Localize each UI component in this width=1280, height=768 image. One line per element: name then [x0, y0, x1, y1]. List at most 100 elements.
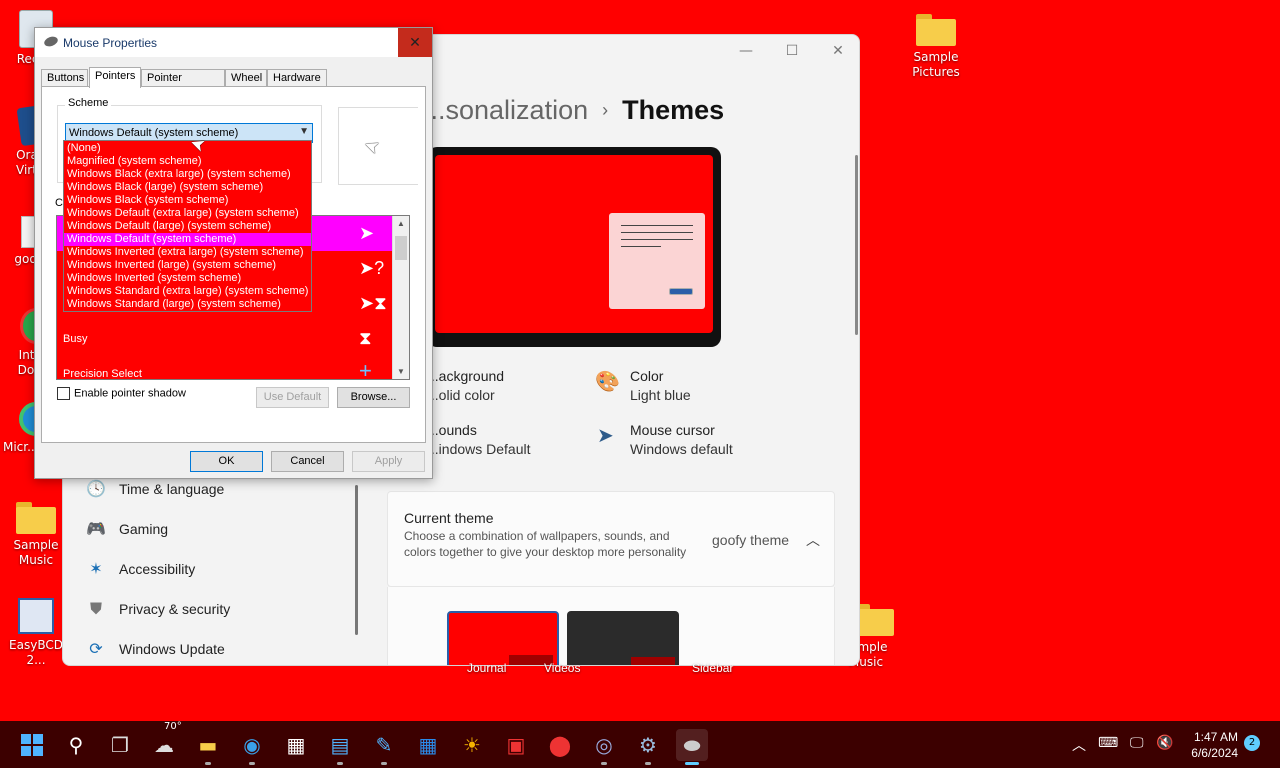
taskbar-app-calendar[interactable]: ▦	[412, 729, 444, 761]
taskbar-app-maps[interactable]: ⬤	[544, 729, 576, 761]
clock[interactable]: 1:47 AM 6/6/2024	[1186, 729, 1238, 761]
taskbar-app-paint[interactable]: ✎	[368, 729, 400, 765]
maximize-icon[interactable]: ☐	[769, 43, 815, 59]
theme-prop-sounds[interactable]: ...ounds ...indows Default	[427, 421, 531, 459]
taskbar-app-weather[interactable]: ☀	[456, 729, 488, 761]
nav-item-gaming[interactable]: 🎮 Gaming	[85, 517, 168, 541]
pointer-row-precision-select[interactable]: Precision Select +	[57, 356, 395, 380]
search-icon: ⚲	[68, 733, 84, 757]
hourglass-icon: ⧗	[359, 328, 372, 348]
tab-buttons[interactable]: Buttons	[41, 69, 88, 87]
taskbar-app-file-explorer[interactable]: ▬	[192, 729, 224, 765]
theme-prop-background[interactable]: ...ackground ...olid color	[427, 367, 504, 405]
cancel-button[interactable]: Cancel	[271, 451, 344, 472]
keyboard-icon[interactable]: ⌨	[1098, 735, 1118, 751]
gamepad-icon: 🎮	[86, 521, 106, 538]
tab-pointers[interactable]: Pointers	[89, 67, 141, 88]
theme-prop-mouse-cursor[interactable]: Mouse cursor Windows default	[630, 421, 733, 459]
theme-preview	[427, 147, 721, 347]
nav-scrollbar[interactable]	[355, 485, 358, 635]
taskbar-app-store[interactable]: ▦	[280, 729, 312, 761]
current-theme-title: Current theme	[404, 510, 494, 526]
start-button[interactable]	[16, 729, 48, 761]
notepad-icon: ▤	[330, 733, 350, 757]
nav-item-time-language[interactable]: 🕓 Time & language	[85, 477, 224, 501]
crosshair-icon: +	[359, 358, 372, 380]
scheme-option[interactable]: Windows Inverted (large) (system scheme)	[64, 259, 311, 272]
preview-button	[669, 288, 693, 295]
main-scrollbar[interactable]	[855, 155, 858, 335]
minimize-icon[interactable]: —	[723, 43, 769, 59]
widgets-button[interactable]: ☁ 70°	[148, 721, 182, 761]
folder-icon: ▬	[198, 733, 218, 757]
tab-hardware[interactable]: Hardware	[267, 69, 327, 87]
scheme-option[interactable]: Windows Inverted (system scheme)	[64, 272, 311, 285]
scheme-dropdown-list[interactable]: (None) Magnified (system scheme) Windows…	[63, 140, 312, 312]
search-button[interactable]: ⚲	[60, 729, 92, 761]
checkbox-label: Enable pointer shadow	[74, 387, 186, 400]
theme-thumbnail-dark[interactable]	[567, 611, 679, 665]
scheme-option[interactable]: Windows Standard (extra large) (system s…	[64, 285, 311, 298]
scheme-option[interactable]: Windows Black (system scheme)	[64, 194, 311, 207]
browse-button[interactable]: Browse...	[337, 387, 410, 408]
folder-icon	[16, 502, 56, 534]
scheme-option-selected[interactable]: Windows Default (system scheme)	[64, 233, 311, 246]
scroll-thumb[interactable]	[395, 236, 407, 260]
clock-time: 1:47 AM	[1193, 730, 1238, 744]
close-icon[interactable]: ✕	[815, 43, 859, 59]
tab-wheel[interactable]: Wheel	[225, 69, 267, 87]
scheme-option[interactable]: Windows Standard (large) (system scheme)	[64, 298, 311, 311]
pointer-shadow-checkbox[interactable]: Enable pointer shadow	[57, 387, 186, 400]
theme-thumbnail-red[interactable]	[447, 611, 559, 665]
apply-button[interactable]: Apply	[352, 451, 425, 472]
scheme-option[interactable]: Windows Default (large) (system scheme)	[64, 220, 311, 233]
desktop-icon-label: Sample Music	[13, 538, 59, 567]
scroll-up-icon[interactable]: ▲	[393, 219, 409, 228]
clock-globe-icon: 🕓	[86, 481, 106, 498]
tab-pointer-options[interactable]: Pointer Options	[141, 69, 225, 101]
nav-item-privacy-security[interactable]: ⛊ Privacy & security	[85, 597, 230, 621]
desktop-icon-label: EasyBCD 2...	[9, 638, 63, 667]
nav-item-accessibility[interactable]: ✶ Accessibility	[85, 557, 195, 581]
taskbar-app-settings[interactable]: ⚙	[632, 729, 664, 765]
close-button[interactable]: ✕	[398, 28, 432, 57]
palette-icon: 🎨	[595, 369, 620, 393]
preview-window	[609, 213, 705, 309]
desktop-icon-sample-pictures[interactable]: Sample Pictures	[900, 14, 972, 80]
taskbar-app-notepad[interactable]: ▤	[324, 729, 356, 765]
scheme-option[interactable]: Windows Default (extra large) (system sc…	[64, 207, 311, 220]
mouse-pointer-icon: ➤	[597, 423, 614, 447]
chevron-up-icon[interactable]: ︿	[806, 530, 820, 550]
use-default-button[interactable]: Use Default	[256, 387, 329, 408]
update-icon: ⟳	[89, 641, 103, 658]
chevron-up-icon[interactable]: ︿	[1072, 735, 1086, 755]
nav-item-windows-update[interactable]: ⟳ Windows Update	[85, 637, 225, 661]
taskbar-app-news[interactable]: ▣	[500, 729, 532, 761]
scheme-option[interactable]: Windows Black (large) (system scheme)	[64, 181, 311, 194]
scheme-option[interactable]: Windows Black (extra large) (system sche…	[64, 168, 311, 181]
checkbox-box[interactable]	[57, 387, 70, 400]
working-cursor-icon: ➤⧗	[359, 293, 387, 313]
pointer-row-busy[interactable]: Busy ⧗	[57, 321, 395, 356]
ok-button[interactable]: OK	[190, 451, 263, 472]
dialog-titlebar[interactable]: Mouse Properties ✕	[35, 28, 432, 57]
scheme-option[interactable]: Windows Inverted (extra large) (system s…	[64, 246, 311, 259]
current-theme-card[interactable]: Current theme Choose a combination of wa…	[387, 491, 835, 587]
news-icon: ▣	[506, 733, 526, 757]
volume-muted-icon[interactable]: 🔇	[1156, 735, 1173, 751]
edge-icon: ◉	[243, 733, 261, 757]
scroll-down-icon[interactable]: ▼	[393, 367, 409, 376]
store-icon: ▦	[286, 733, 306, 757]
pointer-list-scrollbar[interactable]: ▲ ▼	[392, 216, 409, 379]
folder-icon	[916, 14, 956, 46]
taskbar-app-edge[interactable]: ◉	[236, 729, 268, 765]
network-icon[interactable]: 🖵	[1130, 735, 1144, 751]
easybcd-icon	[18, 598, 54, 634]
taskbar-app-media[interactable]: ◎	[588, 729, 620, 765]
task-view-button[interactable]: ❐	[104, 729, 136, 761]
theme-prop-color[interactable]: Color Light blue	[630, 367, 691, 405]
notification-badge[interactable]: 2	[1244, 735, 1260, 751]
taskbar-app-mouse-properties[interactable]: ⬬	[676, 729, 708, 765]
breadcrumb-parent[interactable]: ...sonalization	[423, 95, 588, 125]
scheme-option[interactable]: Magnified (system scheme)	[64, 155, 311, 168]
